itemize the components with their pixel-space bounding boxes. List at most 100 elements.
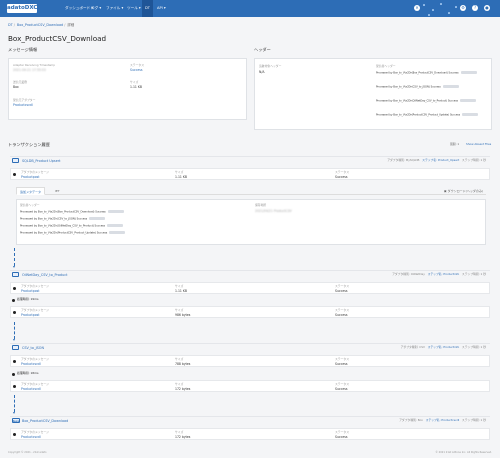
step-meta: アダプタ種別: OilNetDay ステップ名: Productinfo ステッ… [392, 272, 486, 276]
nav-log[interactable]: ログ ▾ [88, 0, 104, 17]
flow-connector [14, 322, 15, 339]
step-message-row: アダプタのメッセージ Productpost サイズ 1.11 KB ステータス… [10, 282, 490, 294]
status-value: Success [335, 434, 348, 439]
status-value: Success [335, 386, 348, 391]
help-icon[interactable]: ? [472, 5, 478, 11]
field-label: ステータス [130, 63, 144, 67]
col-label: ステータス [335, 283, 349, 288]
message-link[interactable]: Productcsvdl [21, 435, 41, 440]
breadcrumb: DT/ Box_ProductCSV_Download/ 詳細 [8, 23, 75, 27]
top-navigation-bar: adatoDXC ダッシュボード ▾ ログ ▾ ファイル ▾ ツール ▾ DT … [0, 0, 500, 17]
header-row: Processed by Box_to_Vtx2Dr(OilNetDay_CSV… [376, 99, 476, 103]
transaction-heading: トランザクション履歴 [8, 142, 50, 147]
breadcrumb-current: 詳細 [67, 23, 75, 27]
field-label: 受信元アダプター [13, 98, 36, 102]
step-header: box Box_ProductCSV_Download アダプタ種別: Box … [10, 416, 490, 424]
col-label: サイズ [175, 356, 184, 361]
size-value: 1.11 KB [175, 288, 188, 293]
show-absent-link[interactable]: Show Absent Files [466, 142, 491, 146]
flow-connector [14, 248, 15, 266]
header-row: Processed by Box_to_Vtx2Dr(CSV_to_JSON) … [376, 85, 459, 89]
tab-iet[interactable]: IET [52, 187, 63, 195]
message-link[interactable]: Productcsvdl [21, 362, 41, 367]
col-label: サイズ [175, 283, 184, 288]
adapter-link[interactable]: Productcsvdl [13, 103, 33, 108]
col-label: アダプタのメッセージ [21, 307, 49, 312]
col-label: アダプタのメッセージ [21, 283, 49, 288]
flow-arrow-icon [12, 339, 15, 341]
panel-label: 受信者ヘッダー [20, 203, 40, 207]
col-label: ステータス [335, 356, 349, 361]
transaction-row: Processed by Box_to_Vtx2Dr(Box_ProductCS… [20, 210, 124, 214]
bullet-icon [12, 372, 15, 376]
field-label: 送信元業務 [13, 80, 27, 84]
field-value: 2021-04-21 17:55:03 [13, 68, 46, 72]
settings-icon[interactable]: ⚙ [460, 5, 466, 11]
step-header: CSV_to_JSON アダプタ種別: CSV ステップ名: Productin… [10, 343, 490, 351]
field-value: 1.11 KB [130, 85, 143, 89]
field-label: Adapter Receiving Timestamp [13, 63, 56, 67]
download-header-link[interactable]: ▣ ダウンロード(ヘッダのみ) [441, 187, 486, 195]
field-label: 追跡対象ヘッダー [259, 64, 282, 68]
size-value: 788 bytes [175, 361, 191, 366]
nav-tools[interactable]: ツール ▾ [124, 0, 144, 17]
header-row: Processed by Box_to_Vtx2Dr(Box_ProductCS… [376, 71, 477, 75]
bullet-icon [13, 311, 16, 314]
step-name[interactable]: Box_ProductCSV_Download [22, 419, 68, 423]
message-link[interactable]: Productpost [21, 175, 39, 180]
status-value: Success [335, 361, 348, 366]
panel-value: 2021/04/21 ProductCSV [255, 209, 292, 213]
step-message-row: アダプタのメッセージ Productcsvdl サイズ 172 bytes ステ… [10, 428, 490, 440]
tab-metadata[interactable]: 追加メタデータ [16, 187, 46, 195]
transaction-row: Processed by Box_to_Vtx2Dr(ProductCSV_Pr… [20, 231, 126, 235]
message-link[interactable]: Productpost [21, 289, 39, 294]
expand-icon[interactable]: ✕ [414, 5, 420, 11]
col-label: ステータス [335, 307, 349, 312]
nav-api[interactable]: API ▾ [154, 0, 169, 17]
step-meta: アダプタ種別: Box ステップ名: Productcsvdl ステップ時間: … [399, 418, 486, 422]
header-card: 追跡対象ヘッダー N/A 受信者ヘッダー Processed by Box_to… [254, 58, 492, 130]
footer: Copyright © 2021 - 21st adato © 2021 21s… [8, 451, 492, 454]
user-icon[interactable]: ● [484, 5, 490, 11]
status-value: Success [335, 312, 348, 317]
step-name[interactable]: SQLDB_Product Upsert [22, 159, 61, 163]
step-message-row: アダプタのメッセージ Productpost サイズ 986 bytes ステー… [10, 306, 490, 318]
bullet-icon [13, 360, 16, 363]
step-message-row: アダプタのメッセージ Productpost サイズ 1.11 KB ステータス… [10, 168, 490, 180]
brand-logo[interactable]: adatoDXC [7, 4, 37, 13]
bullet-icon [13, 173, 16, 176]
metadata-panel: 受信者ヘッダー Processed by Box_to_Vtx2Dr(Box_P… [16, 199, 486, 245]
box-icon: box [12, 418, 20, 423]
message-link[interactable]: Productpost [21, 313, 39, 318]
step-header: SQLDB_Product Upsert アダプタ種別: MySQLDB ステッ… [10, 156, 490, 164]
expand-filter[interactable]: 展開: 1 [450, 142, 459, 146]
status-value[interactable]: Success [130, 68, 142, 73]
nav-dt[interactable]: DT [142, 0, 153, 17]
field-value: Box [13, 85, 19, 89]
breadcrumb-item[interactable]: Box_ProductCSV_Download [17, 23, 63, 27]
flow-connector [14, 395, 15, 412]
col-label: アダプタのメッセージ [21, 381, 49, 386]
size-value: 172 bytes [175, 386, 191, 391]
nav-file[interactable]: ファイル ▾ [103, 0, 126, 17]
step-message-row: アダプタのメッセージ Productcsvdl サイズ 172 bytes ステ… [10, 380, 490, 392]
step-meta: アダプタ種別: MySQLDB ステップ名: Product_Upsert ステ… [387, 158, 486, 162]
size-value: 172 bytes [175, 434, 191, 439]
flow-arrow-icon [12, 412, 15, 414]
col-label: アダプタのメッセージ [21, 169, 49, 174]
footer-left: Copyright © 2021 - 21st adato [8, 451, 47, 454]
col-label: サイズ [175, 381, 184, 386]
step-name[interactable]: CSV_to_JSON [22, 346, 44, 350]
step-meta: アダプタ種別: CSV ステップ名: Productinfo ステップ時間: 1… [400, 345, 486, 349]
bullet-icon [13, 385, 16, 388]
transaction-row: Processed by Box_to_Vtx2Dr(CSV_to_JSON) … [20, 217, 106, 221]
col-label: アダプタのメッセージ [21, 356, 49, 361]
col-label: サイズ [175, 307, 184, 312]
step-name[interactable]: OilNetDay_CSV_to_Product [22, 273, 67, 277]
transaction-row: Processed by Box_to_Vtx2Dr(OilNetDay_CSV… [20, 224, 123, 228]
breadcrumb-dt[interactable]: DT [8, 23, 13, 27]
message-link[interactable]: Productcsvdl [21, 387, 41, 392]
message-info-heading: メッセージ情報 [8, 47, 38, 52]
bullet-icon [12, 298, 15, 302]
flow-arrow-icon [12, 266, 15, 268]
